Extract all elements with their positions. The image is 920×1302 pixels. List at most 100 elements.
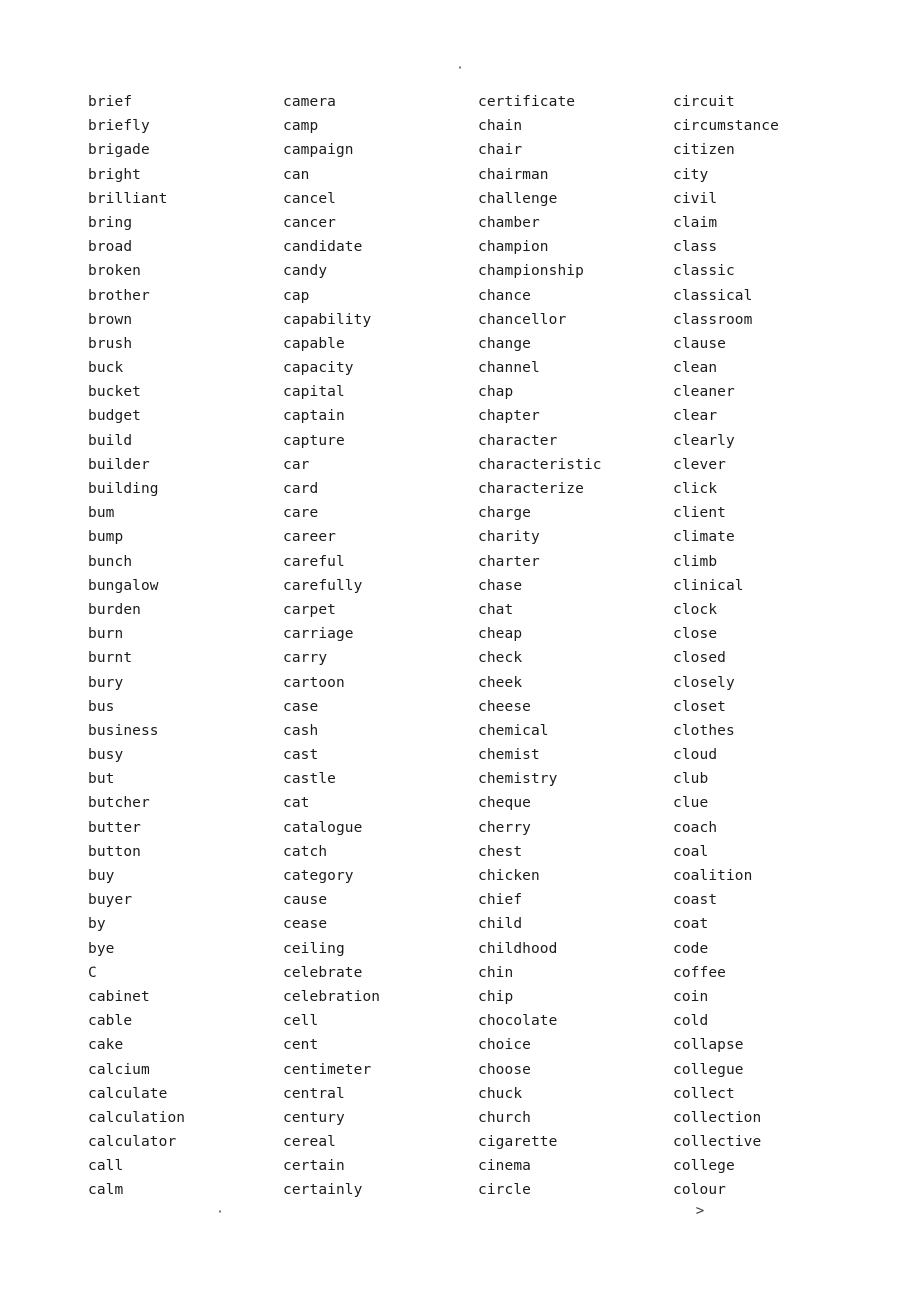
word-entry: classical: [673, 287, 753, 304]
word-entry: charge: [478, 505, 531, 522]
word-entry: clever: [673, 456, 726, 473]
word-entry: button: [88, 843, 141, 860]
word-entry: climb: [673, 553, 718, 570]
word-entry: cease: [283, 916, 328, 933]
word-entry: chair: [478, 142, 523, 159]
word-entry: buy: [88, 868, 115, 884]
word-entry: camera: [283, 94, 336, 110]
word-entry: chip: [478, 988, 514, 1005]
word-entry: build: [88, 432, 133, 449]
word-entry: cable: [88, 1013, 133, 1030]
word-entry: chemist: [478, 747, 540, 764]
word-entry: cheap: [478, 626, 523, 643]
word-entry: business: [88, 722, 159, 739]
word-entry: chief: [478, 892, 523, 909]
word-entry: clinical: [673, 577, 744, 594]
word-entry: coalition: [673, 868, 753, 884]
word-entry: collect: [673, 1085, 735, 1102]
word-entry: candidate: [283, 239, 363, 256]
word-entry: chance: [478, 287, 531, 304]
word-entry: city: [673, 166, 709, 183]
word-entry: careful: [283, 553, 345, 570]
word-entry: broad: [88, 239, 133, 256]
word-entry: capable: [283, 335, 345, 352]
word-entry: cinema: [478, 1158, 531, 1175]
word-entry: case: [283, 698, 319, 715]
word-entry: ceiling: [283, 940, 345, 957]
word-entry: cat: [283, 795, 310, 812]
word-entry: card: [283, 481, 319, 497]
word-entry: builder: [88, 456, 150, 473]
word-entry: carry: [283, 650, 328, 667]
word-entry: brother: [88, 287, 150, 304]
word-entry: claim: [673, 214, 718, 231]
word-entry: collapse: [673, 1037, 744, 1054]
word-entry: bring: [88, 214, 133, 231]
word-entry: bungalow: [88, 577, 159, 594]
word-entry: coffee: [673, 964, 726, 981]
word-entry: catalogue: [283, 819, 363, 836]
word-entry: college: [673, 1158, 735, 1175]
word-entry: chocolate: [478, 1013, 558, 1030]
word-entry: club: [673, 771, 709, 788]
word-entry: central: [283, 1085, 345, 1102]
word-entry: busy: [88, 747, 124, 764]
word-entry: budget: [88, 408, 141, 425]
word-entry: choice: [478, 1037, 531, 1054]
word-entry: category: [283, 868, 354, 884]
word-entry: cap: [283, 287, 310, 304]
word-entry: bum: [88, 505, 115, 522]
word-entry: chin: [478, 964, 514, 981]
word-entry: charity: [478, 529, 540, 546]
word-entry: chat: [478, 601, 514, 618]
word-entry: coach: [673, 819, 718, 836]
word-entry: characterize: [478, 481, 584, 497]
word-entry: by: [88, 916, 106, 933]
word-entry: collective: [673, 1134, 762, 1151]
word-entry: check: [478, 650, 523, 667]
word-entry: capability: [283, 311, 372, 328]
word-entry: clothes: [673, 722, 735, 739]
word-entry: but: [88, 771, 115, 788]
word-entry: colour: [673, 1182, 726, 1199]
word-entry: cent: [283, 1037, 319, 1054]
word-entry: childhood: [478, 940, 558, 957]
word-entry: bright: [88, 166, 141, 183]
word-entry: cell: [283, 1013, 319, 1030]
word-entry: certificate: [478, 94, 576, 110]
word-entry: cleaner: [673, 384, 735, 401]
word-entry: capacity: [283, 360, 354, 377]
word-entry: celebrate: [283, 964, 363, 981]
word-entry: chairman: [478, 166, 549, 183]
word-entry: clue: [673, 795, 709, 812]
word-entry: bump: [88, 529, 124, 546]
word-entry: closed: [673, 650, 726, 667]
word-entry: calculation: [88, 1109, 186, 1126]
word-entry: championship: [478, 263, 584, 280]
word-entry: chapter: [478, 408, 540, 425]
word-entry: buyer: [88, 892, 133, 909]
word-entry: chase: [478, 577, 523, 594]
document-page: · brief briefly brigade bright brilliant brin…: [0, 0, 920, 1302]
word-entry: cigarette: [478, 1134, 558, 1151]
word-entry: chancellor: [478, 311, 567, 328]
word-entry: chest: [478, 843, 523, 860]
word-entry: capture: [283, 432, 345, 449]
word-entry: bucket: [88, 384, 141, 401]
footer-mark-right-next-page[interactable]: >: [650, 1203, 750, 1219]
word-entry: cake: [88, 1037, 124, 1054]
word-entry: brown: [88, 311, 133, 328]
word-entry: coat: [673, 916, 709, 933]
word-entry: career: [283, 529, 336, 546]
word-entry: classroom: [673, 311, 753, 328]
word-entry: briefly: [88, 118, 150, 135]
word-entry: classic: [673, 263, 735, 280]
word-entry: chemistry: [478, 771, 558, 788]
word-entry: brief: [88, 94, 133, 110]
word-entry: calculator: [88, 1134, 177, 1151]
word-entry: cartoon: [283, 674, 345, 691]
word-entry: clean: [673, 360, 718, 377]
word-entry: circuit: [673, 94, 735, 110]
word-entry: champion: [478, 239, 549, 256]
word-entry: carriage: [283, 626, 354, 643]
